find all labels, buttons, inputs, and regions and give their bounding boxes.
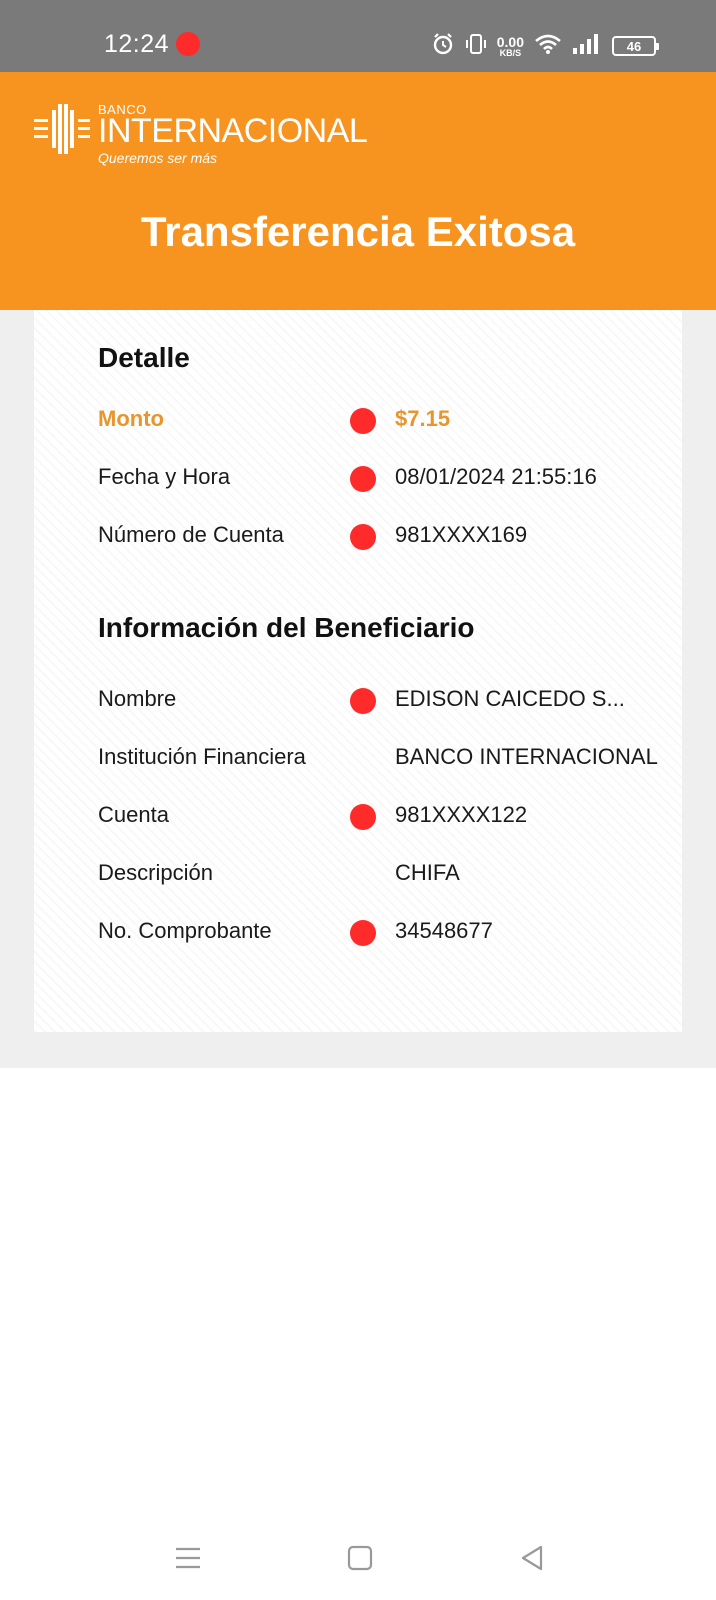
redaction-dot <box>350 524 376 550</box>
network-speed-value: 0.00 <box>496 33 524 50</box>
beneficiary-label: Nombre <box>98 686 177 711</box>
bank-logo-name: INTERNACIONAL <box>98 112 368 150</box>
redaction-dot <box>350 688 376 714</box>
alarm-icon <box>431 32 455 61</box>
beneficiary-value: 981XXXX122 <box>395 802 528 827</box>
detail-row-fecha: Fecha y Hora 08/01/2024 21:55:16 <box>34 458 682 498</box>
beneficiary-label: No. Comprobante <box>98 918 272 943</box>
recording-indicator <box>176 32 200 56</box>
back-triangle-icon[interactable] <box>514 1540 550 1576</box>
redaction-dot <box>350 408 376 434</box>
beneficiary-row-nombre: Nombre EDISON CAICEDO S... <box>34 680 682 720</box>
brand-header: BANCO INTERNACIONAL Queremos ser más Tra… <box>0 72 716 310</box>
page-title: Transferencia Exitosa <box>140 208 576 255</box>
receipt-background: Detalle Monto $7.15 Fecha y Hora 08/01/2… <box>0 310 716 1068</box>
network-speed: 0.00 KB/S <box>497 35 524 58</box>
receipt-card: Detalle Monto $7.15 Fecha y Hora 08/01/2… <box>34 310 682 1032</box>
detail-row-monto: Monto $7.15 <box>34 400 682 440</box>
beneficiary-label: Descripción <box>98 860 213 885</box>
beneficiary-row-cuenta: Cuenta 981XXXX122 <box>34 796 682 836</box>
beneficiary-label: Cuenta <box>98 802 169 827</box>
redaction-dot <box>350 920 376 946</box>
beneficiary-value: 34548677 <box>395 918 493 943</box>
status-bar: 12:24 0.00 KB/S 46 <box>0 0 716 72</box>
bank-logo-mark-icon <box>34 104 90 154</box>
signal-icon <box>572 33 602 60</box>
detail-label: Monto <box>98 406 164 431</box>
vibrate-icon <box>465 32 487 61</box>
redaction-dot <box>350 804 376 830</box>
detail-label: Fecha y Hora <box>98 464 231 489</box>
beneficiary-row-institucion: Institución Financiera BANCO INTERNACION… <box>34 738 682 778</box>
network-speed-unit: KB/S <box>499 47 522 58</box>
bank-tagline: Queremos ser más <box>98 150 218 166</box>
detail-value: 08/01/2024 21:55:16 <box>395 464 597 489</box>
status-time: 12:24 <box>104 30 170 58</box>
redaction-dot <box>350 466 376 492</box>
detail-label: Número de Cuenta <box>98 522 284 547</box>
status-icons: 0.00 KB/S 46 <box>431 32 659 61</box>
detail-row-cuenta: Número de Cuenta 981XXXX169 <box>34 516 682 556</box>
home-square-icon[interactable] <box>342 1540 378 1576</box>
recents-menu-icon[interactable] <box>170 1540 206 1576</box>
beneficiary-value: EDISON CAICEDO S... <box>395 686 625 711</box>
battery-indicator: 46 <box>612 36 659 56</box>
navigation-bar <box>0 1516 716 1600</box>
detalle-heading: Detalle <box>98 342 190 373</box>
beneficiary-value: BANCO INTERNACIONAL <box>395 744 658 769</box>
detail-value: 981XXXX169 <box>395 522 528 547</box>
beneficiary-row-descripcion: Descripción CHIFA <box>34 854 682 894</box>
beneficiary-label: Institución Financiera <box>98 744 306 769</box>
beneficiary-value: CHIFA <box>395 860 460 885</box>
beneficiario-heading: Información del Beneficiario <box>98 612 475 643</box>
detail-value: $7.15 <box>395 406 451 431</box>
wifi-icon <box>534 33 562 60</box>
beneficiary-row-comprobante: No. Comprobante 34548677 <box>34 912 682 952</box>
